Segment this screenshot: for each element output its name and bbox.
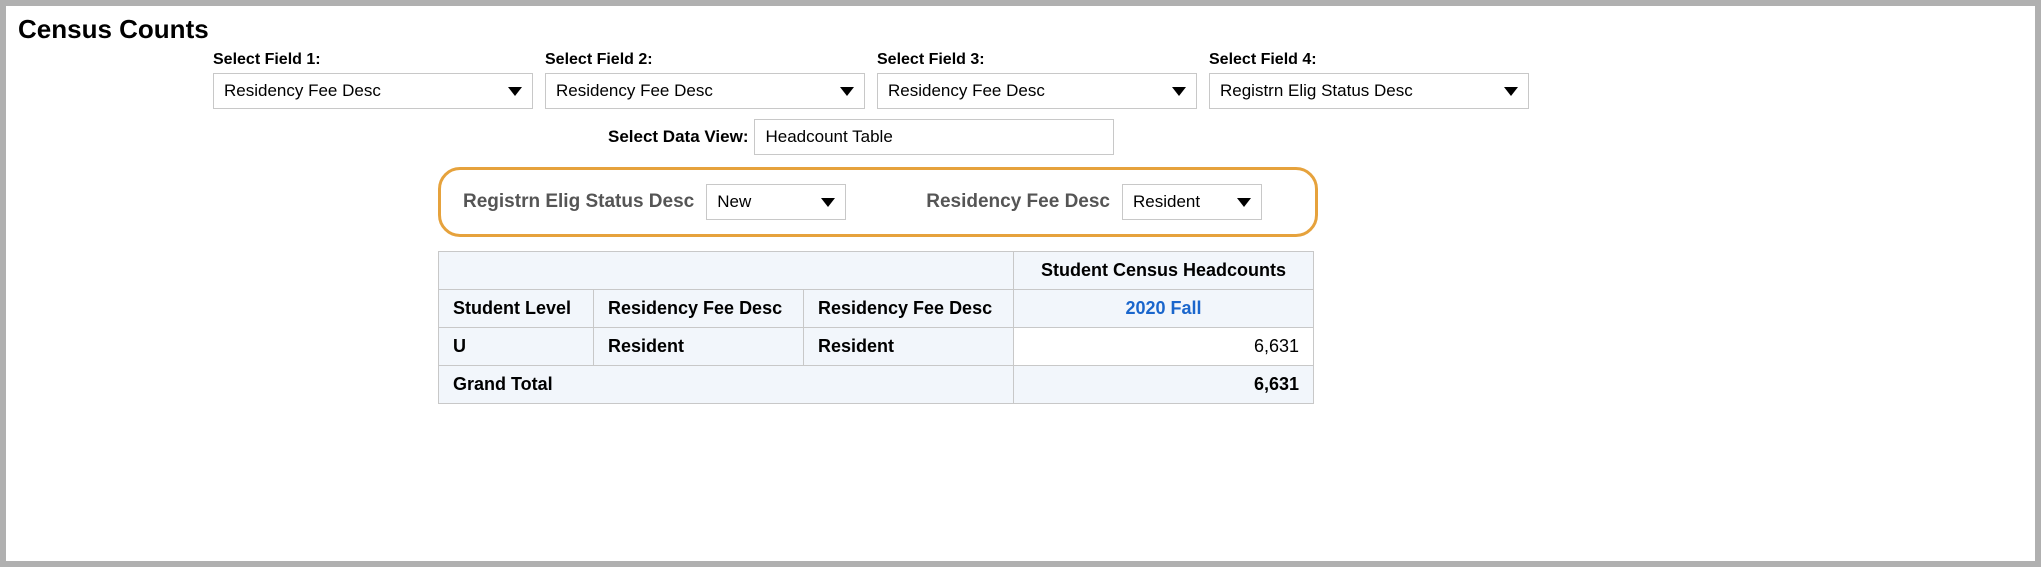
filter-b-select[interactable]: Resident xyxy=(1122,184,1262,220)
field-4-label: Select Field 4: xyxy=(1209,51,1529,69)
chevron-down-icon xyxy=(1504,87,1518,96)
empty-header xyxy=(439,252,1014,290)
filter-a-select[interactable]: New xyxy=(706,184,846,220)
field-1-label: Select Field 1: xyxy=(213,51,533,69)
data-view-value: Headcount Table xyxy=(765,127,892,147)
field-3-value: Residency Fee Desc xyxy=(888,81,1045,101)
field-4-value: Registrn Elig Status Desc xyxy=(1220,81,1413,101)
field-3-select[interactable]: Residency Fee Desc xyxy=(877,73,1197,109)
field-2-value: Residency Fee Desc xyxy=(556,81,713,101)
cell-student-level: U xyxy=(439,328,594,366)
grand-total-value: 6,631 xyxy=(1014,366,1314,404)
field-selector-row: Select Field 1: Residency Fee Desc Selec… xyxy=(213,51,2023,109)
cell-value: 6,631 xyxy=(1014,328,1314,366)
table-header-row-1: Student Census Headcounts xyxy=(439,252,1314,290)
grand-total-label: Grand Total xyxy=(439,366,1014,404)
filter-a-label: Registrn Elig Status Desc xyxy=(463,191,694,213)
chevron-down-icon xyxy=(1172,87,1186,96)
chevron-down-icon xyxy=(821,198,835,207)
filter-b-value: Resident xyxy=(1133,192,1200,212)
table-header-row-2: Student Level Residency Fee Desc Residen… xyxy=(439,290,1314,328)
census-table: Student Census Headcounts Student Level … xyxy=(438,251,1314,404)
table-container: Student Census Headcounts Student Level … xyxy=(438,251,2023,404)
chevron-down-icon xyxy=(508,87,522,96)
col-residency-1: Residency Fee Desc xyxy=(594,290,804,328)
field-4-select[interactable]: Registrn Elig Status Desc xyxy=(1209,73,1529,109)
page: Census Counts Select Field 1: Residency … xyxy=(6,6,2035,561)
table-row: U Resident Resident 6,631 xyxy=(439,328,1314,366)
field-1-select[interactable]: Residency Fee Desc xyxy=(213,73,533,109)
filter-bar: Registrn Elig Status Desc New Residency … xyxy=(438,167,1318,237)
field-3-group: Select Field 3: Residency Fee Desc xyxy=(877,51,1197,109)
col-residency-2: Residency Fee Desc xyxy=(804,290,1014,328)
field-3-label: Select Field 3: xyxy=(877,51,1197,69)
grand-total-row: Grand Total 6,631 xyxy=(439,366,1314,404)
data-view-row: Select Data View: Headcount Table xyxy=(608,119,2023,155)
data-view-label: Select Data View: xyxy=(608,127,748,147)
headcounts-header: Student Census Headcounts xyxy=(1014,252,1314,290)
field-2-label: Select Field 2: xyxy=(545,51,865,69)
col-student-level: Student Level xyxy=(439,290,594,328)
chevron-down-icon xyxy=(1237,198,1251,207)
filter-b-group: Residency Fee Desc Resident xyxy=(926,184,1262,220)
field-4-group: Select Field 4: Registrn Elig Status Des… xyxy=(1209,51,1529,109)
data-view-select[interactable]: Headcount Table xyxy=(754,119,1114,155)
cell-residency-1: Resident xyxy=(594,328,804,366)
field-1-value: Residency Fee Desc xyxy=(224,81,381,101)
term-header[interactable]: 2020 Fall xyxy=(1014,290,1314,328)
chevron-down-icon xyxy=(840,87,854,96)
filter-b-label: Residency Fee Desc xyxy=(926,191,1110,213)
page-title: Census Counts xyxy=(18,14,2023,45)
filter-a-value: New xyxy=(717,192,751,212)
field-2-group: Select Field 2: Residency Fee Desc xyxy=(545,51,865,109)
cell-residency-2: Resident xyxy=(804,328,1014,366)
field-1-group: Select Field 1: Residency Fee Desc xyxy=(213,51,533,109)
filter-a-group: Registrn Elig Status Desc New xyxy=(463,184,846,220)
field-2-select[interactable]: Residency Fee Desc xyxy=(545,73,865,109)
